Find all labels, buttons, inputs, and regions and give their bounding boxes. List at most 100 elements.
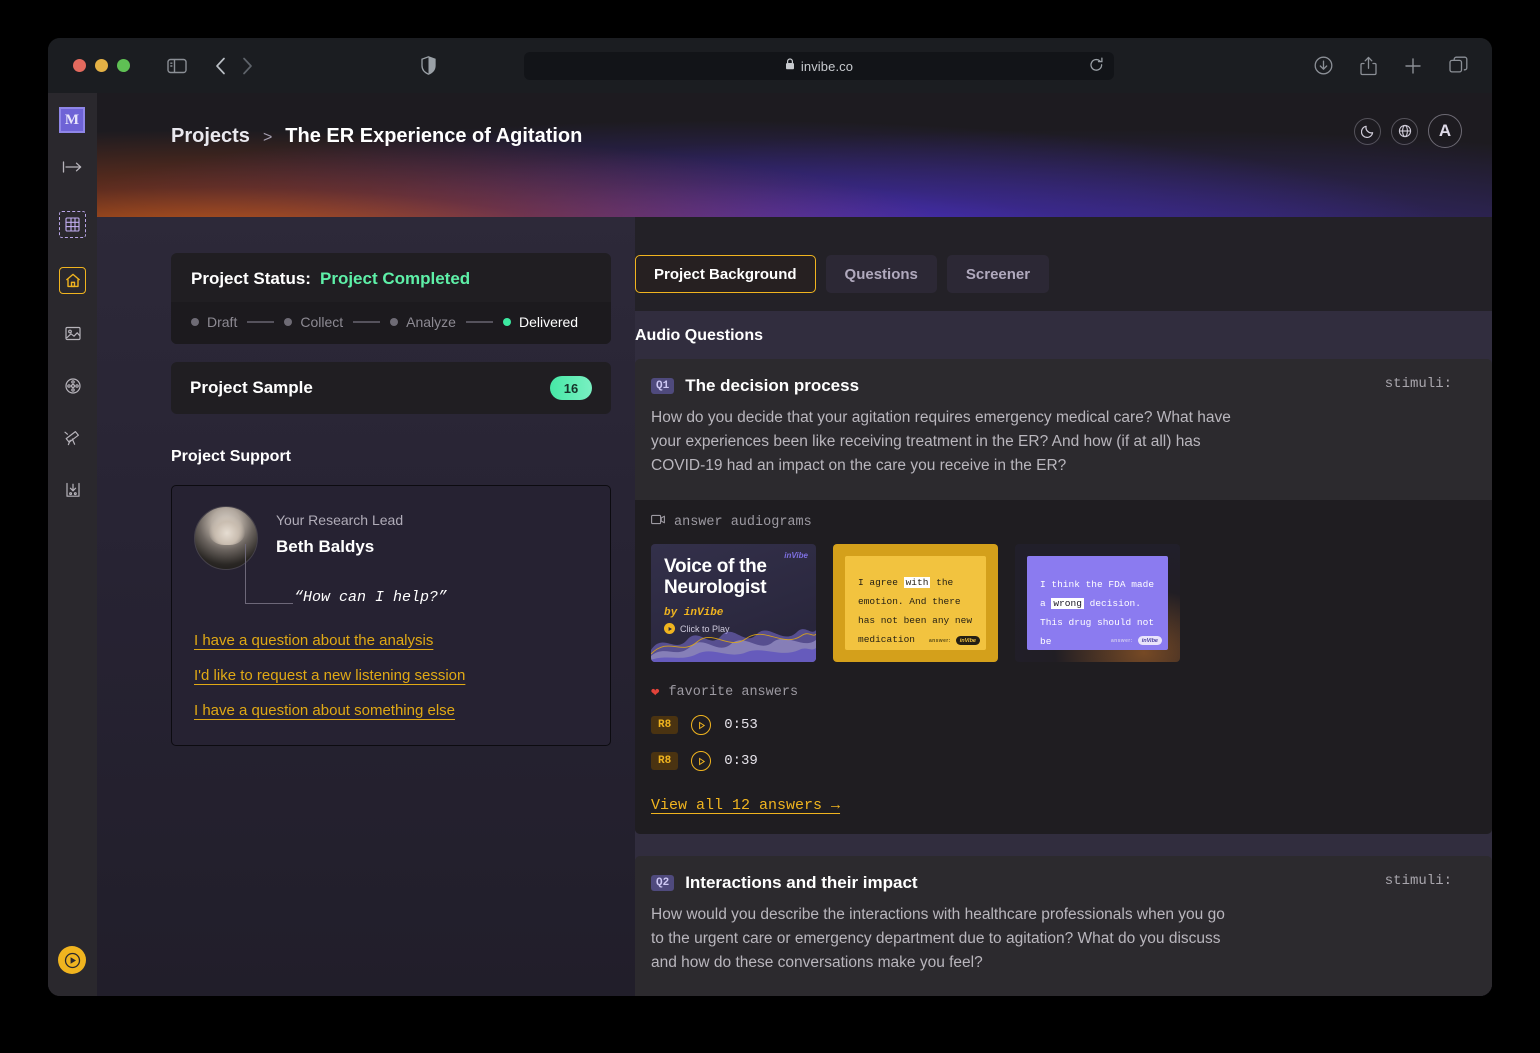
lock-icon: [785, 57, 795, 75]
support-link-other-question[interactable]: I have a question about something else: [194, 702, 455, 719]
answer-duration: 0:39: [724, 753, 758, 769]
project-status-card: Project Status: Project Completed Draft …: [171, 253, 611, 344]
tab-project-background[interactable]: Project Background: [635, 255, 816, 293]
favorite-answers-label-row: ❤ favorite answers: [651, 684, 1476, 701]
tab-screener[interactable]: Screener: [946, 255, 1050, 293]
audiogram-thumbnail-caption-yellow[interactable]: I agree with the emotion. And there has …: [833, 544, 998, 662]
invibe-watermark-icon: inVibe: [955, 636, 980, 645]
quote-connector-line: [245, 544, 293, 604]
audiogram-title-line2: Neurologist: [664, 577, 767, 598]
audiogram-caption-frame: I think the FDA made a wrong decision. T…: [1027, 556, 1168, 650]
stage-analyze[interactable]: Analyze: [390, 314, 456, 330]
telescope-icon[interactable]: [59, 424, 86, 451]
respondent-badge: R8: [651, 752, 679, 770]
share-icon[interactable]: [1360, 56, 1377, 76]
film-reel-icon[interactable]: [59, 372, 86, 399]
privacy-shield-icon[interactable]: [421, 56, 436, 75]
stimuli-label: stimuli:: [1384, 873, 1452, 889]
browser-titlebar: invibe.co: [48, 38, 1492, 93]
avatar[interactable]: A: [1428, 114, 1462, 148]
stage-dot-icon: [390, 318, 399, 326]
favorite-answers-label: favorite answers: [668, 685, 799, 700]
invibe-logo-icon[interactable]: M: [59, 107, 85, 133]
question-media-section: answer audiograms inVibe Voice of the Ne…: [635, 500, 1492, 834]
maximize-window-button[interactable]: [117, 59, 130, 72]
play-icon[interactable]: [58, 946, 86, 974]
invibe-watermark-icon: inVibe: [1137, 636, 1162, 645]
research-lead-quote-wrap: “How can I help?”: [194, 544, 588, 606]
audiogram-footer: answer: inVibe: [1111, 636, 1162, 645]
downloads-icon[interactable]: [1314, 56, 1333, 75]
window-controls[interactable]: [73, 59, 130, 72]
support-link-listening-session[interactable]: I'd like to request a new listening sess…: [194, 667, 465, 684]
stage-delivered[interactable]: Delivered: [502, 314, 579, 330]
app-header: Projects > The ER Experience of Agitatio…: [97, 93, 1492, 217]
answer-duration: 0:53: [724, 717, 758, 733]
forward-icon[interactable]: [242, 57, 253, 75]
play-icon[interactable]: [691, 715, 712, 735]
answer-audiograms-label-row: answer audiograms: [651, 514, 1476, 530]
tab-overview-icon[interactable]: [1449, 56, 1468, 75]
stage-connector: [353, 321, 381, 323]
respondent-badge: R8: [651, 716, 679, 734]
audiogram-title-line1: Voice of the: [664, 556, 767, 577]
stage-collect[interactable]: Collect: [284, 314, 343, 330]
project-stage-tracker: Draft Collect Analyze Delivered: [171, 302, 611, 344]
image-insights-icon[interactable]: [59, 320, 86, 347]
video-icon: [651, 514, 665, 530]
breadcrumb-projects-link[interactable]: Projects: [171, 125, 250, 148]
question-title: The decision process: [685, 376, 860, 395]
minimize-window-button[interactable]: [95, 59, 108, 72]
project-status-row: Project Status: Project Completed: [171, 253, 611, 302]
stage-connector: [465, 321, 493, 323]
left-column: Project Status: Project Completed Draft …: [97, 217, 635, 996]
reload-icon[interactable]: [1089, 57, 1104, 78]
new-tab-icon[interactable]: [1404, 57, 1422, 75]
stage-draft[interactable]: Draft: [191, 314, 237, 330]
tab-questions[interactable]: Questions: [825, 255, 937, 293]
view-all-answers-link[interactable]: View all 12 answers →: [651, 797, 840, 814]
caption-highlight-word: wrong: [1051, 598, 1084, 609]
project-support-heading: Project Support: [171, 448, 292, 465]
globe-icon[interactable]: [1391, 117, 1418, 145]
stage-label: Delivered: [518, 314, 579, 330]
question-header: Q2 Interactions and their impact stimuli…: [635, 856, 1492, 893]
audiogram-footer: answer: inVibe: [929, 636, 980, 645]
stage-label: Collect: [300, 314, 344, 330]
navigation-arrows[interactable]: [215, 57, 253, 75]
audiogram-watermark-text: answer:: [1110, 637, 1133, 644]
audiogram-thumbnail-cover[interactable]: inVibe Voice of the Neurologist by inVib…: [651, 544, 816, 662]
main-content-panel: Audio Questions Q1 The decision process …: [635, 311, 1492, 996]
stage-label: Draft: [207, 314, 238, 330]
address-bar[interactable]: invibe.co: [524, 52, 1114, 80]
favorite-answers-list: R8 0:53 R8 0:39: [651, 715, 1476, 771]
question-card-q1: Q1 The decision process stimuli: How do …: [635, 359, 1492, 834]
project-sample-card[interactable]: Project Sample 16: [171, 362, 611, 414]
stage-dot-icon: [502, 318, 511, 326]
research-lead-meta: Your Research Lead Beth Baldys: [276, 506, 403, 570]
home-icon[interactable]: [59, 267, 86, 294]
project-sample-label: Project Sample: [190, 378, 313, 397]
support-link-analysis-question[interactable]: I have a question about the analysis: [194, 632, 433, 649]
question-number-badge: Q2: [651, 875, 675, 891]
research-lead-role: Your Research Lead: [276, 512, 404, 528]
back-icon[interactable]: [215, 57, 226, 75]
audiogram-watermark-text: answer:: [928, 637, 951, 644]
app-viewport: M Projects > The ER Experience of Agitat…: [48, 93, 1492, 996]
screenshot-root: invibe.co M Projects > The ER Experience…: [0, 0, 1540, 1053]
favorite-answer-row[interactable]: R8 0:39: [651, 751, 1476, 771]
page-title: The ER Experience of Agitation: [285, 125, 583, 147]
grid-projects-icon[interactable]: [59, 211, 86, 238]
favorite-answer-row[interactable]: R8 0:53: [651, 715, 1476, 735]
project-sample-count-badge: 16: [550, 376, 592, 400]
caption-text-before: I agree: [858, 577, 904, 588]
play-icon[interactable]: [691, 751, 712, 771]
collapse-panel-icon[interactable]: [59, 153, 86, 180]
close-window-button[interactable]: [73, 59, 86, 72]
stage-connector: [247, 321, 275, 323]
audiogram-thumbnail-caption-purple[interactable]: I think the FDA made a wrong decision. T…: [1015, 544, 1180, 662]
download-report-icon[interactable]: [59, 476, 86, 503]
sidebar-toggle-icon[interactable]: [167, 58, 187, 74]
question-card-q2: Q2 Interactions and their impact stimuli…: [635, 856, 1492, 996]
moon-icon[interactable]: [1354, 117, 1381, 145]
